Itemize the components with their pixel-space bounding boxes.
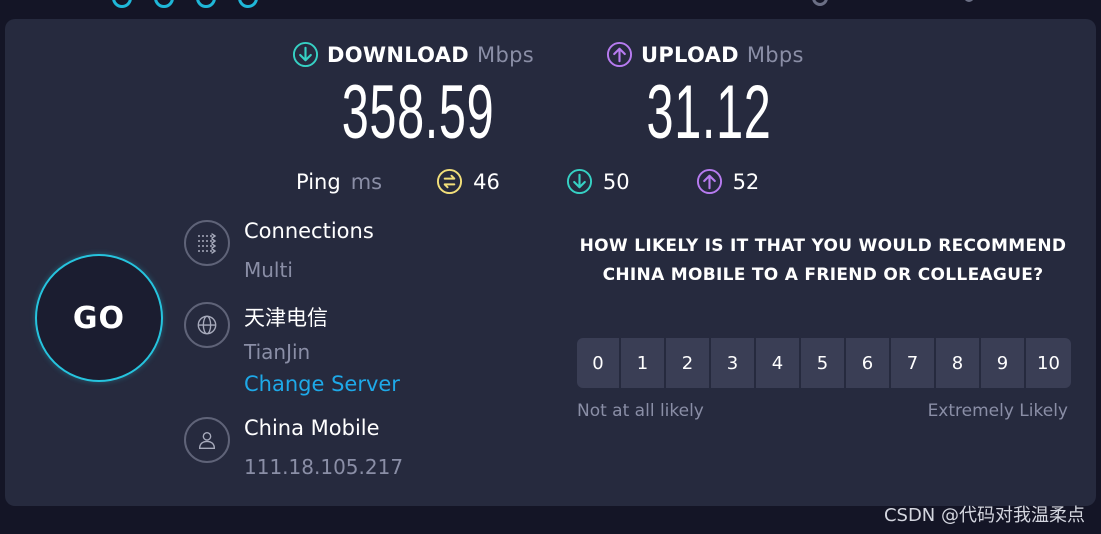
go-button[interactable]: GO (35, 254, 163, 382)
survey-question: HOW LIKELY IS IT THAT YOU WOULD RECOMMEN… (579, 236, 1067, 285)
nav-dot-icon (154, 0, 174, 8)
upload-value: 31.12 (646, 70, 772, 155)
nps-option-0[interactable]: 0 (577, 338, 619, 388)
ping-row: Ping ms 46 50 52 (296, 168, 759, 195)
user-icon (184, 417, 230, 463)
ping-down-icon (566, 168, 592, 195)
arrow-down-circle-icon (292, 41, 319, 68)
change-server-link[interactable]: Change Server (244, 372, 400, 396)
server-name: 天津电信 (244, 306, 328, 330)
connections-value: Multi (244, 258, 293, 282)
ping-down: 50 (566, 168, 630, 195)
nps-option-1[interactable]: 1 (621, 338, 664, 388)
ping-up-icon (696, 168, 722, 195)
go-button-label: GO (72, 300, 126, 336)
top-right-partial-icon (812, 0, 828, 6)
nps-option-3[interactable]: 3 (711, 338, 754, 388)
ping-idle-value: 46 (473, 169, 500, 194)
download-unit: Mbps (477, 42, 534, 67)
nps-scale: 0 1 2 3 4 5 6 7 8 9 10 (577, 338, 1071, 388)
provider-ip: 111.18.105.217 (244, 455, 404, 479)
nps-option-9[interactable]: 9 (981, 338, 1024, 388)
ping-down-value: 50 (602, 169, 630, 194)
ping-up-value: 52 (732, 169, 760, 194)
provider-name: China Mobile (244, 416, 380, 440)
nav-dot-icon (196, 0, 216, 8)
watermark: CSDN @代码对我温柔点 (883, 505, 1085, 526)
download-metric: DOWNLOAD Mbps 358.59 (292, 41, 544, 154)
nps-option-2[interactable]: 2 (666, 338, 709, 388)
globe-icon (184, 302, 230, 348)
nps-option-4[interactable]: 4 (756, 338, 799, 388)
nps-option-7[interactable]: 7 (891, 338, 934, 388)
ping-up: 52 (696, 168, 760, 195)
ping-idle: 46 (436, 168, 500, 195)
nps-option-10[interactable]: 10 (1026, 338, 1071, 388)
arrow-up-circle-icon (606, 41, 633, 68)
nps-high-label: Extremely Likely (927, 401, 1068, 421)
download-value: 358.59 (341, 70, 495, 155)
nps-low-label: Not at all likely (577, 401, 704, 421)
nps-option-5[interactable]: 5 (801, 338, 844, 388)
ping-label: Ping (296, 169, 341, 194)
nps-option-6[interactable]: 6 (846, 338, 889, 388)
top-right-partial-icon (964, 0, 974, 2)
download-label: DOWNLOAD (327, 42, 470, 67)
connections-icon[interactable] (184, 220, 230, 266)
nav-dot-icon (112, 0, 132, 8)
ping-unit: ms (350, 169, 383, 194)
nps-option-8[interactable]: 8 (936, 338, 979, 388)
connections-title: Connections (244, 219, 374, 243)
upload-metric: UPLOAD Mbps 31.12 (606, 41, 812, 154)
nav-dot-icon (238, 0, 258, 8)
server-location: TianJin (244, 340, 311, 364)
ping-idle-icon (437, 168, 463, 195)
upload-label: UPLOAD (641, 42, 739, 67)
upload-unit: Mbps (746, 42, 804, 67)
top-nav-partial (112, 0, 258, 8)
